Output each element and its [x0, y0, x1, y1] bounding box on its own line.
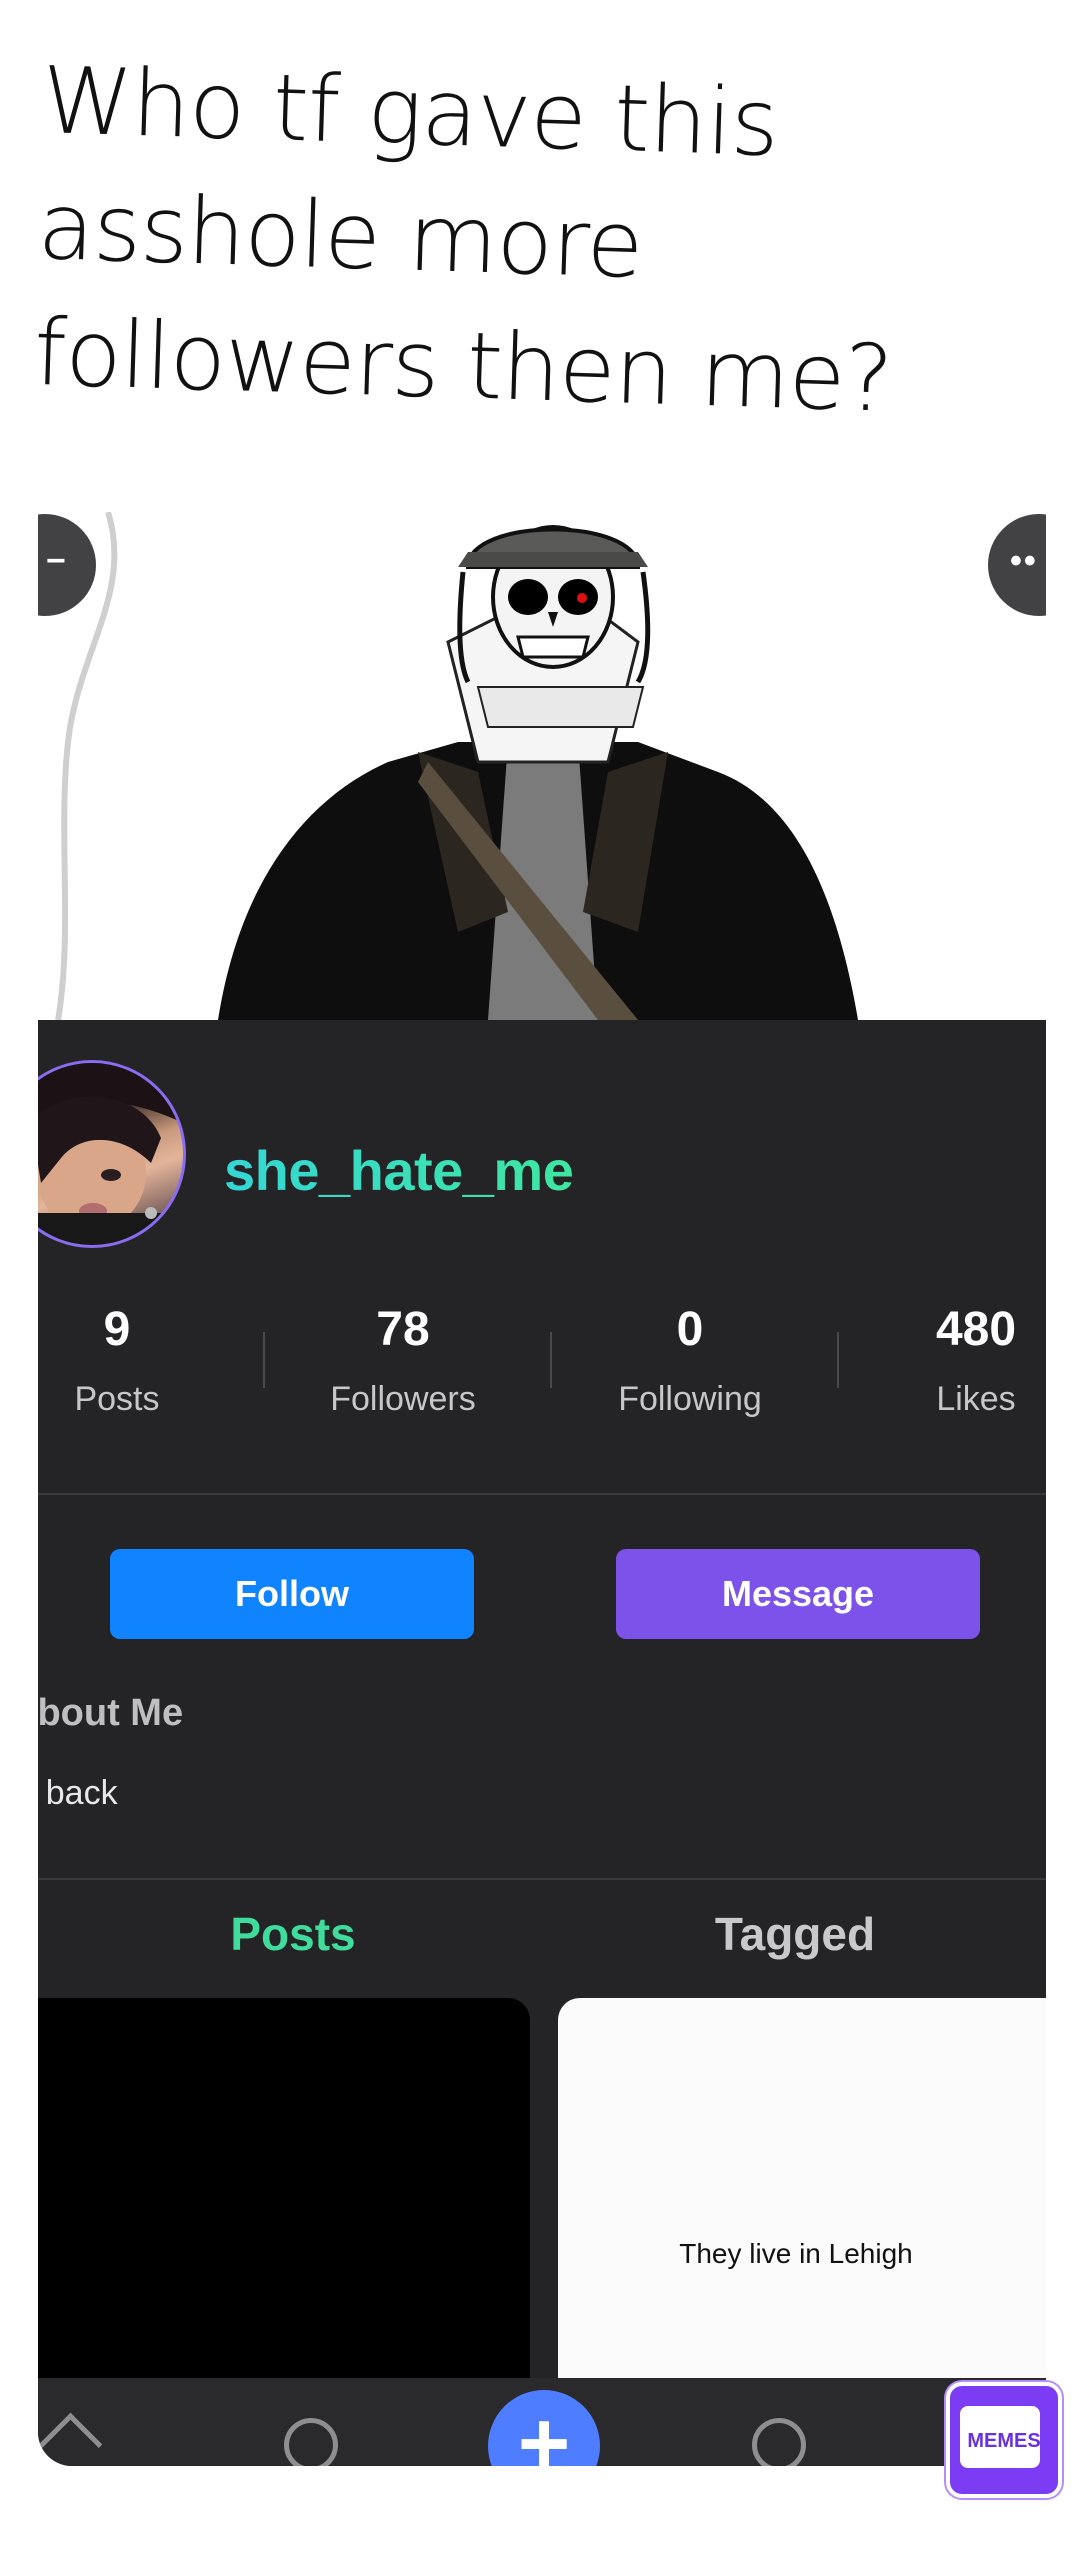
search-icon[interactable]	[284, 2418, 338, 2466]
stat-label: Likes	[936, 1380, 1016, 1418]
section-divider	[38, 1493, 1046, 1495]
back-icon: −	[46, 542, 66, 580]
stat-divider	[837, 1332, 839, 1388]
about-title: About Me	[38, 1692, 184, 1734]
stat-followers[interactable]: 78 Followers	[283, 1302, 523, 1419]
tab-tagged[interactable]: Tagged	[545, 1907, 1045, 1961]
follow-button[interactable]: Follow	[110, 1549, 474, 1639]
profile-banner: − ••	[38, 512, 1046, 1020]
stat-likes[interactable]: 480 Likes	[856, 1302, 1046, 1419]
post-thumbnail[interactable]	[38, 1998, 530, 2418]
home-icon[interactable]	[38, 2412, 103, 2466]
more-icon: ••	[1010, 542, 1038, 580]
stat-value: 480	[935, 1303, 1017, 1356]
watermark-label: MEMES	[967, 2430, 1041, 2452]
notifications-icon[interactable]	[752, 2418, 806, 2466]
section-divider	[38, 1878, 1046, 1880]
stat-label: Posts	[74, 1380, 160, 1418]
profile-screen: − •• she_hate_me 9 Posts 78 Followers 0 …	[38, 512, 1046, 2466]
bottom-nav: +	[38, 2378, 1046, 2466]
stat-posts[interactable]: 9 Posts	[38, 1302, 237, 1419]
stat-divider	[263, 1332, 265, 1388]
stat-value: 0	[676, 1303, 704, 1356]
stat-value: 78	[376, 1303, 430, 1356]
profile-stats: 9 Posts 78 Followers 0 Following 480 Lik…	[38, 1302, 1046, 1432]
banner-illustration	[55, 512, 858, 1020]
post-thumbnail[interactable]: They live in Lehigh	[558, 1998, 1046, 2418]
profile-header: she_hate_me	[38, 1030, 1046, 1248]
message-button[interactable]: Message	[616, 1549, 980, 1639]
post-caption: They live in Lehigh	[679, 2238, 913, 2269]
stat-following[interactable]: 0 Following	[570, 1302, 810, 1419]
avatar[interactable]	[38, 1060, 186, 1248]
tab-posts[interactable]: Posts	[43, 1907, 543, 1961]
meme-caption: Who tf gave this asshole more followers …	[32, 38, 1043, 447]
avatar-photo	[38, 1063, 183, 1245]
profile-username: she_hate_me	[224, 1139, 574, 1202]
stat-label: Followers	[330, 1380, 476, 1418]
watermark-logo: MEMES	[946, 2382, 1062, 2498]
stat-divider	[550, 1332, 552, 1388]
about-text: m back	[38, 1774, 118, 1812]
plus-icon[interactable]: +	[488, 2390, 600, 2466]
stat-label: Following	[618, 1380, 762, 1418]
stat-value: 9	[103, 1303, 131, 1356]
